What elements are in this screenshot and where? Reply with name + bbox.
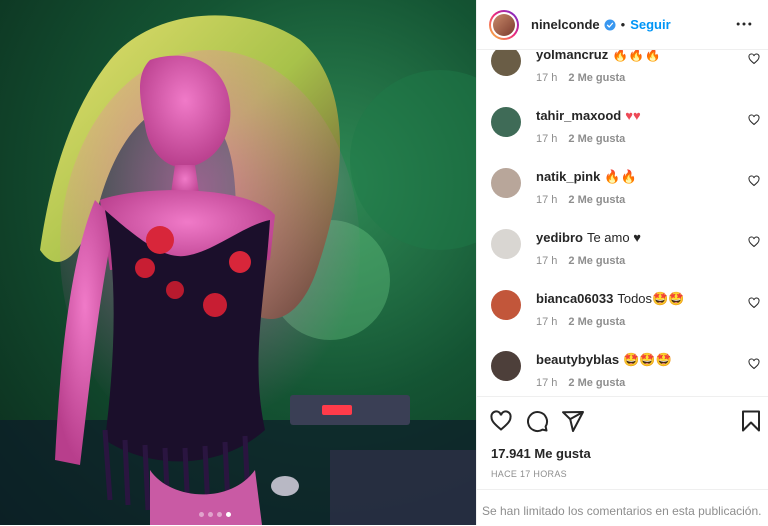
comment-avatar[interactable] — [491, 49, 521, 76]
comment-username[interactable]: yolmancruz — [536, 49, 608, 62]
carousel-dot — [208, 512, 213, 517]
comment-item: beautybyblas 🤩🤩🤩 17 h 2 Me gusta — [477, 351, 768, 396]
carousel-dot — [199, 512, 204, 517]
comment-text: Te amo ♥ — [586, 230, 641, 245]
comment-time: 17 h — [536, 72, 558, 84]
comment-like-heart-icon[interactable] — [748, 53, 760, 65]
comment-avatar[interactable] — [491, 351, 521, 381]
comment-username[interactable]: yedibro — [536, 230, 583, 245]
comment-likes[interactable]: 2 Me gusta — [568, 316, 625, 328]
comment-item: bianca06033 Todos🤩🤩 17 h 2 Me gusta — [477, 290, 768, 351]
comment-username[interactable]: beautybyblas — [536, 352, 619, 367]
post-image[interactable] — [0, 0, 476, 525]
concert-photo — [0, 15, 476, 525]
share-icon[interactable] — [561, 409, 585, 433]
header-separator: • — [620, 17, 626, 32]
post-header: ninelconde • Seguir — [477, 0, 768, 50]
comment-likes[interactable]: 2 Me gusta — [568, 194, 625, 206]
bookmark-icon[interactable] — [739, 409, 763, 433]
author-avatar[interactable] — [489, 9, 519, 40]
comment-area: Se han limitado los comentarios en esta … — [477, 489, 768, 526]
comment-text: 🔥🔥🔥 — [612, 49, 661, 62]
carousel-dot — [217, 512, 222, 517]
comments-limited-notice: Se han limitado los comentarios en esta … — [482, 504, 762, 518]
comment-item: yolmancruz 🔥🔥🔥 17 h 2 Me gusta — [477, 49, 768, 107]
comment-time: 17 h — [536, 194, 558, 206]
comment-like-heart-icon[interactable] — [748, 297, 760, 309]
follow-button[interactable]: Seguir — [630, 17, 670, 32]
comment-avatar[interactable] — [491, 229, 521, 259]
comment-like-heart-icon[interactable] — [748, 114, 760, 126]
comment-likes[interactable]: 2 Me gusta — [568, 255, 625, 267]
comment-time: 17 h — [536, 255, 558, 267]
post-actions-bar — [477, 396, 768, 447]
comment-like-heart-icon[interactable] — [748, 175, 760, 187]
post-sidebar: ninelconde • Seguir yolmancruz 🔥🔥🔥 17 h 2 … — [476, 0, 768, 525]
comment-time: 17 h — [536, 377, 558, 389]
comment-item: tahir_maxood ♥♥ 17 h 2 Me gusta — [477, 107, 768, 168]
comment-time: 17 h — [536, 316, 558, 328]
comment-text: 🤩🤩🤩 — [623, 352, 672, 367]
comment-item: natik_pink 🔥🔥 17 h 2 Me gusta — [477, 168, 768, 229]
comment-username[interactable]: natik_pink — [536, 169, 600, 184]
comment-text: 🔥🔥 — [604, 169, 637, 184]
more-options-icon[interactable] — [734, 14, 754, 34]
comment-like-heart-icon[interactable] — [748, 236, 760, 248]
comment-username[interactable]: bianca06033 — [536, 291, 613, 306]
comment-likes[interactable]: 2 Me gusta — [568, 377, 625, 389]
verified-badge-icon — [604, 19, 616, 30]
comment-avatar[interactable] — [491, 168, 521, 198]
carousel-dot-active — [226, 512, 231, 517]
comment-like-heart-icon[interactable] — [748, 358, 760, 370]
comment-list[interactable]: yolmancruz 🔥🔥🔥 17 h 2 Me gusta tahir_maxoo… — [477, 49, 768, 396]
comment-username[interactable]: tahir_maxood — [536, 108, 621, 123]
comment-icon[interactable] — [525, 409, 549, 433]
comment-likes[interactable]: 2 Me gusta — [568, 133, 625, 145]
comment-avatar[interactable] — [491, 290, 521, 320]
comment-time: 17 h — [536, 133, 558, 145]
comment-avatar[interactable] — [491, 107, 521, 137]
comment-text: ♥♥ — [625, 108, 641, 123]
comment-text: Todos🤩🤩 — [617, 291, 685, 306]
comment-item: yedibro Te amo ♥ 17 h 2 Me gusta — [477, 229, 768, 290]
author-username[interactable]: ninelconde — [531, 17, 600, 32]
post-timestamp: HACE 17 HORAS — [491, 469, 567, 479]
likes-count[interactable]: 17.941 Me gusta — [491, 446, 591, 461]
carousel-indicator — [199, 512, 231, 517]
comment-likes[interactable]: 2 Me gusta — [568, 72, 625, 84]
heart-icon[interactable] — [489, 409, 513, 433]
